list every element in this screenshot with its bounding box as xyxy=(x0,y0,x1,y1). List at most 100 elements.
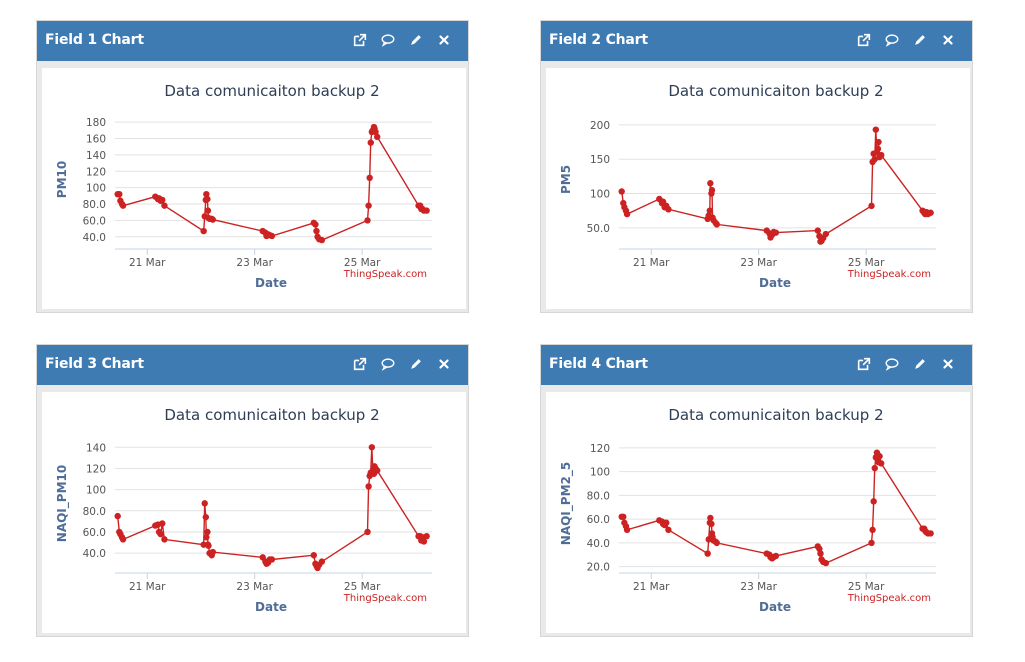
comment-icon[interactable] xyxy=(380,355,396,373)
data-point[interactable] xyxy=(814,227,821,234)
data-point[interactable] xyxy=(868,539,875,547)
line-chart[interactable]: Data comunicaiton backup 2 50.0 100 150 200 2… xyxy=(546,68,970,309)
data-point[interactable] xyxy=(618,188,625,195)
data-point[interactable] xyxy=(927,530,934,537)
data-point[interactable] xyxy=(157,530,164,538)
close-icon[interactable] xyxy=(940,355,956,373)
data-point[interactable] xyxy=(713,221,720,228)
data-point[interactable] xyxy=(209,216,216,223)
data-point[interactable] xyxy=(204,195,211,203)
data-point[interactable] xyxy=(665,526,672,534)
data-point[interactable] xyxy=(310,552,317,559)
line-chart[interactable]: Data comunicaiton backup 2 40.0 60.0 80.0 10… xyxy=(42,68,466,309)
data-point[interactable] xyxy=(706,207,714,214)
data-point[interactable] xyxy=(202,513,210,521)
data-point[interactable] xyxy=(119,202,127,209)
thingspeak-credit-link[interactable]: ThingSpeak.com xyxy=(847,269,931,280)
data-point[interactable] xyxy=(877,460,885,467)
data-point[interactable] xyxy=(318,236,326,244)
x-axis-title: Date xyxy=(759,600,791,614)
y-tick-label: 120 xyxy=(86,166,106,178)
data-point[interactable] xyxy=(877,151,885,159)
comment-icon[interactable] xyxy=(884,355,900,373)
data-point[interactable] xyxy=(704,550,711,557)
close-icon[interactable] xyxy=(436,355,452,373)
data-point[interactable] xyxy=(872,126,880,133)
line-chart[interactable]: Data comunicaiton backup 2 40.0 60.0 80.0 10… xyxy=(42,392,466,633)
data-point[interactable] xyxy=(312,221,319,228)
data-point[interactable] xyxy=(707,180,714,187)
data-point[interactable] xyxy=(201,500,208,507)
line-chart[interactable]: Data comunicaiton backup 2 20.0 40.0 60.0 80… xyxy=(546,392,970,633)
data-point[interactable] xyxy=(423,532,430,540)
data-point[interactable] xyxy=(205,542,212,549)
data-point[interactable] xyxy=(822,230,830,238)
data-point[interactable] xyxy=(373,133,381,141)
comment-icon[interactable] xyxy=(380,31,396,49)
chart-area: Data comunicaiton backup 2 50.0 100 150 200 2… xyxy=(546,68,970,309)
data-point[interactable] xyxy=(708,520,715,528)
data-point[interactable] xyxy=(772,552,780,560)
thingspeak-credit-link[interactable]: ThingSpeak.com xyxy=(847,593,931,604)
data-point[interactable] xyxy=(365,202,372,209)
data-point[interactable] xyxy=(114,512,121,520)
data-point[interactable] xyxy=(772,229,780,236)
data-point[interactable] xyxy=(159,520,166,527)
data-point[interactable] xyxy=(665,206,672,213)
data-point[interactable] xyxy=(364,217,371,224)
pencil-icon[interactable] xyxy=(912,31,928,49)
close-icon[interactable] xyxy=(436,31,452,49)
data-point[interactable] xyxy=(663,519,670,526)
data-point[interactable] xyxy=(713,539,720,547)
data-point[interactable] xyxy=(161,202,168,209)
data-point[interactable] xyxy=(869,526,876,534)
pencil-icon[interactable] xyxy=(408,355,424,373)
data-point[interactable] xyxy=(368,444,376,451)
data-point[interactable] xyxy=(313,227,320,235)
data-point[interactable] xyxy=(423,207,430,214)
data-point[interactable] xyxy=(708,186,716,194)
external-link-icon[interactable] xyxy=(352,355,368,373)
data-point[interactable] xyxy=(159,196,166,204)
data-point[interactable] xyxy=(876,453,883,460)
data-point[interactable] xyxy=(204,528,211,536)
data-point[interactable] xyxy=(204,207,212,214)
data-point[interactable] xyxy=(268,232,276,240)
data-point[interactable] xyxy=(623,526,631,534)
data-point[interactable] xyxy=(373,467,381,474)
data-point[interactable] xyxy=(927,209,934,216)
data-point[interactable] xyxy=(116,191,123,198)
y-tick-label: 120 xyxy=(590,443,610,455)
y-tick-label: 50.0 xyxy=(587,223,610,235)
data-point[interactable] xyxy=(119,536,127,543)
data-point[interactable] xyxy=(209,548,216,556)
data-point[interactable] xyxy=(365,483,372,490)
data-point[interactable] xyxy=(822,559,830,567)
external-link-icon[interactable] xyxy=(856,355,872,373)
pencil-icon[interactable] xyxy=(408,31,424,49)
pencil-icon[interactable] xyxy=(912,355,928,373)
data-point[interactable] xyxy=(875,138,882,146)
data-point[interactable] xyxy=(161,536,168,543)
comment-icon[interactable] xyxy=(884,31,900,49)
data-point[interactable] xyxy=(203,534,210,541)
data-point[interactable] xyxy=(200,227,207,235)
close-icon[interactable] xyxy=(940,31,956,49)
data-point[interactable] xyxy=(817,550,824,557)
data-point[interactable] xyxy=(318,558,326,565)
thingspeak-credit-link[interactable]: ThingSpeak.com xyxy=(343,269,427,280)
data-point[interactable] xyxy=(366,174,373,182)
data-point[interactable] xyxy=(623,210,631,218)
data-point[interactable] xyxy=(870,498,877,505)
data-point[interactable] xyxy=(874,145,882,153)
external-link-icon[interactable] xyxy=(352,31,368,49)
data-point[interactable] xyxy=(268,556,276,563)
thingspeak-credit-link[interactable]: ThingSpeak.com xyxy=(343,593,427,604)
data-point[interactable] xyxy=(367,139,374,146)
data-point[interactable] xyxy=(620,513,627,520)
data-point[interactable] xyxy=(364,528,371,536)
data-point[interactable] xyxy=(707,514,714,522)
data-point[interactable] xyxy=(871,464,878,472)
data-point[interactable] xyxy=(868,202,875,210)
external-link-icon[interactable] xyxy=(856,31,872,49)
